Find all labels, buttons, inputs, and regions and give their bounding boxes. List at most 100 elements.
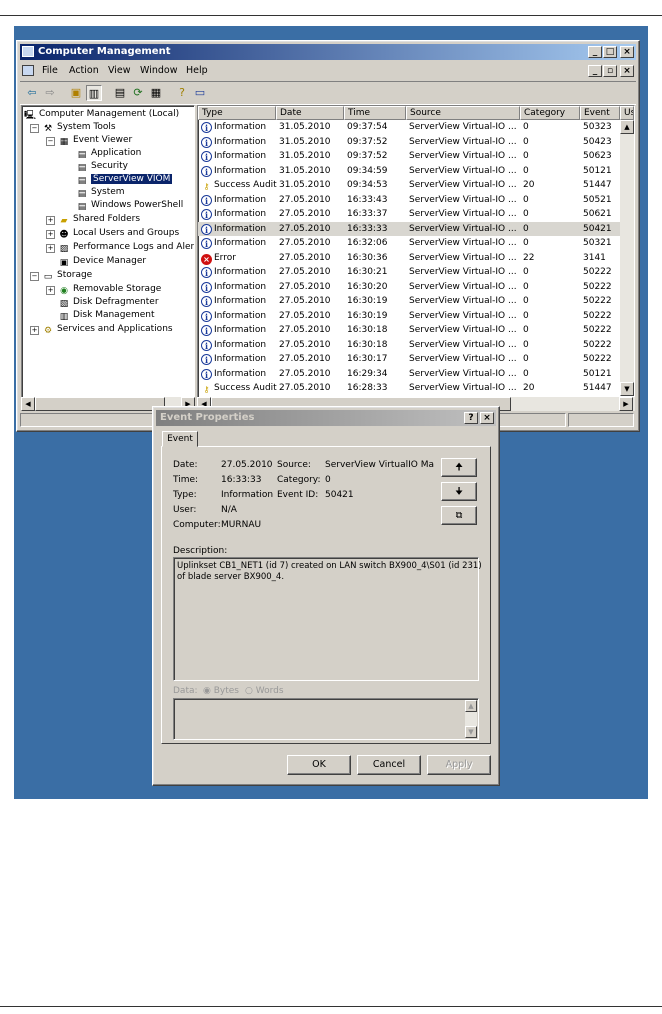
table-row[interactable]: i Information 27.05.2010 16:32:06 ServerView…	[198, 236, 620, 251]
tree-log-powershell[interactable]: ▤ Windows PowerShell	[76, 199, 183, 212]
show-hide-tree-icon[interactable]: ▥	[86, 85, 102, 101]
words-radio[interactable]: ○ Words	[245, 686, 284, 696]
tree-event-viewer[interactable]: ▦ Event Viewer	[58, 134, 133, 147]
export-list-icon[interactable]: ▦	[148, 85, 164, 101]
tree-system-tools[interactable]: ⚒ System Tools	[42, 121, 116, 134]
maximize-button[interactable]: □	[603, 46, 617, 58]
tree-device-manager[interactable]: ▣ Device Manager	[58, 255, 146, 268]
expand-removable-storage-icon[interactable]: +	[46, 286, 55, 295]
tree-log-application[interactable]: ▤ Application	[76, 147, 142, 160]
expand-services-icon[interactable]: +	[30, 326, 39, 335]
help-icon[interactable]: ?	[174, 85, 190, 101]
tree-log-security[interactable]: ▤ Security	[76, 160, 128, 173]
expand-shared-folders-icon[interactable]: +	[46, 216, 55, 225]
mmc-icon[interactable]: ▭	[192, 85, 208, 101]
collapse-event-viewer-icon[interactable]: −	[46, 137, 55, 146]
table-row[interactable]: i Information 27.05.2010 16:30:19 ServerView…	[198, 309, 620, 324]
table-row[interactable]: × Error 27.05.2010 16:30:36 ServerView Virtu…	[198, 251, 620, 266]
menu-file[interactable]: File	[42, 65, 58, 76]
tree-log-serverview-viom[interactable]: ▤ ServerView VIOM	[76, 173, 173, 186]
column-event[interactable]: Event	[580, 106, 620, 120]
scroll-down-button[interactable]: ▼	[465, 726, 477, 738]
scroll-up-button[interactable]: ▲	[465, 700, 477, 712]
cancel-button[interactable]: Cancel	[357, 755, 421, 775]
table-row[interactable]: ⚷ Success Audit 31.05.2010 09:34:53 ServerVi…	[198, 178, 620, 193]
table-row[interactable]: i Information 27.05.2010 16:30:20 ServerView…	[198, 280, 620, 295]
column-user[interactable]: Us	[620, 106, 634, 120]
menu-help[interactable]: Help	[186, 65, 208, 76]
next-event-button[interactable]: 🠋	[441, 482, 477, 501]
dialog-title-bar[interactable]: Event Properties ? ×	[156, 410, 496, 426]
column-source[interactable]: Source	[406, 106, 520, 120]
child-restore-button[interactable]: ▫	[603, 65, 617, 77]
table-row[interactable]: i Information 27.05.2010 16:33:33 ServerView…	[198, 221, 620, 236]
tree-local-users[interactable]: ☻ Local Users and Groups	[58, 227, 179, 240]
cell-type: i Information	[201, 207, 277, 221]
dialog-close-button[interactable]: ×	[480, 412, 494, 424]
table-row[interactable]: i Information 27.05.2010 16:30:18 ServerView…	[198, 323, 620, 338]
data-textbox[interactable]: ▲ ▼	[173, 698, 479, 740]
table-row[interactable]: i Information 31.05.2010 09:37:52 ServerView…	[198, 149, 620, 164]
table-row[interactable]: i Information 27.05.2010 16:33:37 ServerView…	[198, 207, 620, 222]
properties-icon[interactable]: ▤	[112, 85, 128, 101]
column-type[interactable]: Type	[198, 106, 276, 120]
scroll-right-button[interactable]: ▶	[619, 397, 633, 411]
mdi-child-icon[interactable]	[22, 65, 34, 76]
table-row[interactable]: i Information 27.05.2010 16:33:43 ServerView…	[198, 193, 620, 208]
close-button[interactable]: ×	[620, 46, 634, 58]
scroll-thumb[interactable]	[35, 397, 165, 411]
up-folder-icon[interactable]: ▣	[68, 85, 84, 101]
back-arrow-icon[interactable]: ⇦	[24, 85, 40, 101]
scroll-left-button[interactable]: ◀	[21, 397, 35, 411]
child-close-button[interactable]: ×	[620, 65, 634, 77]
tree-storage[interactable]: ▭ Storage	[42, 269, 92, 282]
child-minimize-button[interactable]: _	[588, 65, 602, 77]
table-row[interactable]: i Information 27.05.2010 16:30:17 ServerView…	[198, 352, 620, 367]
description-textbox[interactable]: Uplinkset CB1_NET1 (id 7) created on LAN…	[173, 557, 482, 681]
expand-local-users-icon[interactable]: +	[46, 230, 55, 239]
tree-disk-defragmenter[interactable]: ▧ Disk Defragmenter	[58, 296, 159, 309]
apply-button[interactable]: Apply	[427, 755, 491, 775]
tree-root[interactable]: 🖳 Computer Management (Local)	[24, 108, 179, 121]
tree-performance[interactable]: ▨ Performance Logs and Alerts	[58, 241, 194, 254]
menu-window[interactable]: Window	[140, 65, 177, 76]
forward-arrow-icon[interactable]: ⇨	[42, 85, 58, 101]
collapse-storage-icon[interactable]: −	[30, 272, 39, 281]
table-row[interactable]: i Information 27.05.2010 16:30:21 ServerView…	[198, 265, 620, 280]
data-vscrollbar[interactable]: ▲ ▼	[465, 700, 477, 738]
tree-shared-folders[interactable]: ▰ Shared Folders	[58, 213, 141, 226]
table-row[interactable]: i Information 31.05.2010 09:37:52 ServerView…	[198, 135, 620, 150]
expand-performance-icon[interactable]: +	[46, 244, 55, 253]
tree-disk-management[interactable]: ▥ Disk Management	[58, 309, 155, 322]
column-category[interactable]: Category	[520, 106, 580, 120]
list-vscrollbar[interactable]: ▲ ▼	[620, 120, 634, 396]
bytes-radio[interactable]: ◉ Bytes	[203, 686, 239, 696]
cell-type-text: Error	[214, 252, 236, 263]
scroll-down-button[interactable]: ▼	[620, 382, 634, 396]
column-time[interactable]: Time	[344, 106, 406, 120]
menu-action[interactable]: Action	[69, 65, 99, 76]
column-date[interactable]: Date	[276, 106, 344, 120]
collapse-system-tools-icon[interactable]: −	[30, 124, 39, 133]
menu-view[interactable]: View	[108, 65, 131, 76]
cell-category-text: 0	[523, 354, 529, 364]
copy-button[interactable]: ⧉	[441, 506, 477, 525]
refresh-icon[interactable]: ⟳	[130, 85, 146, 101]
table-row[interactable]: i Information 27.05.2010 16:29:34 ServerView…	[198, 367, 620, 382]
tree-log-system[interactable]: ▤ System	[76, 186, 125, 199]
tab-event[interactable]: Event	[162, 431, 198, 447]
previous-event-button[interactable]: 🠉	[441, 458, 477, 477]
minimize-button[interactable]: _	[588, 46, 602, 58]
dialog-help-button[interactable]: ?	[464, 412, 478, 424]
tree-services[interactable]: ⚙ Services and Applications	[42, 323, 173, 336]
table-row[interactable]: i Information 31.05.2010 09:34:59 ServerView…	[198, 164, 620, 179]
scroll-up-button[interactable]: ▲	[620, 120, 634, 134]
main-title-bar[interactable]: Computer Management _ □ ×	[20, 44, 636, 60]
table-row[interactable]: i Information 27.05.2010 16:30:19 ServerView…	[198, 294, 620, 309]
cell-source-text: ServerView Virtual-IO ...	[409, 252, 517, 263]
table-row[interactable]: ⚷ Success Audit 27.05.2010 16:28:33 ServerVi…	[198, 381, 620, 396]
table-row[interactable]: i Information 31.05.2010 09:37:54 ServerView…	[198, 120, 620, 135]
table-row[interactable]: i Information 27.05.2010 16:30:18 ServerView…	[198, 338, 620, 353]
tree-removable-storage[interactable]: ◉ Removable Storage	[58, 283, 161, 296]
ok-button[interactable]: OK	[287, 755, 351, 775]
